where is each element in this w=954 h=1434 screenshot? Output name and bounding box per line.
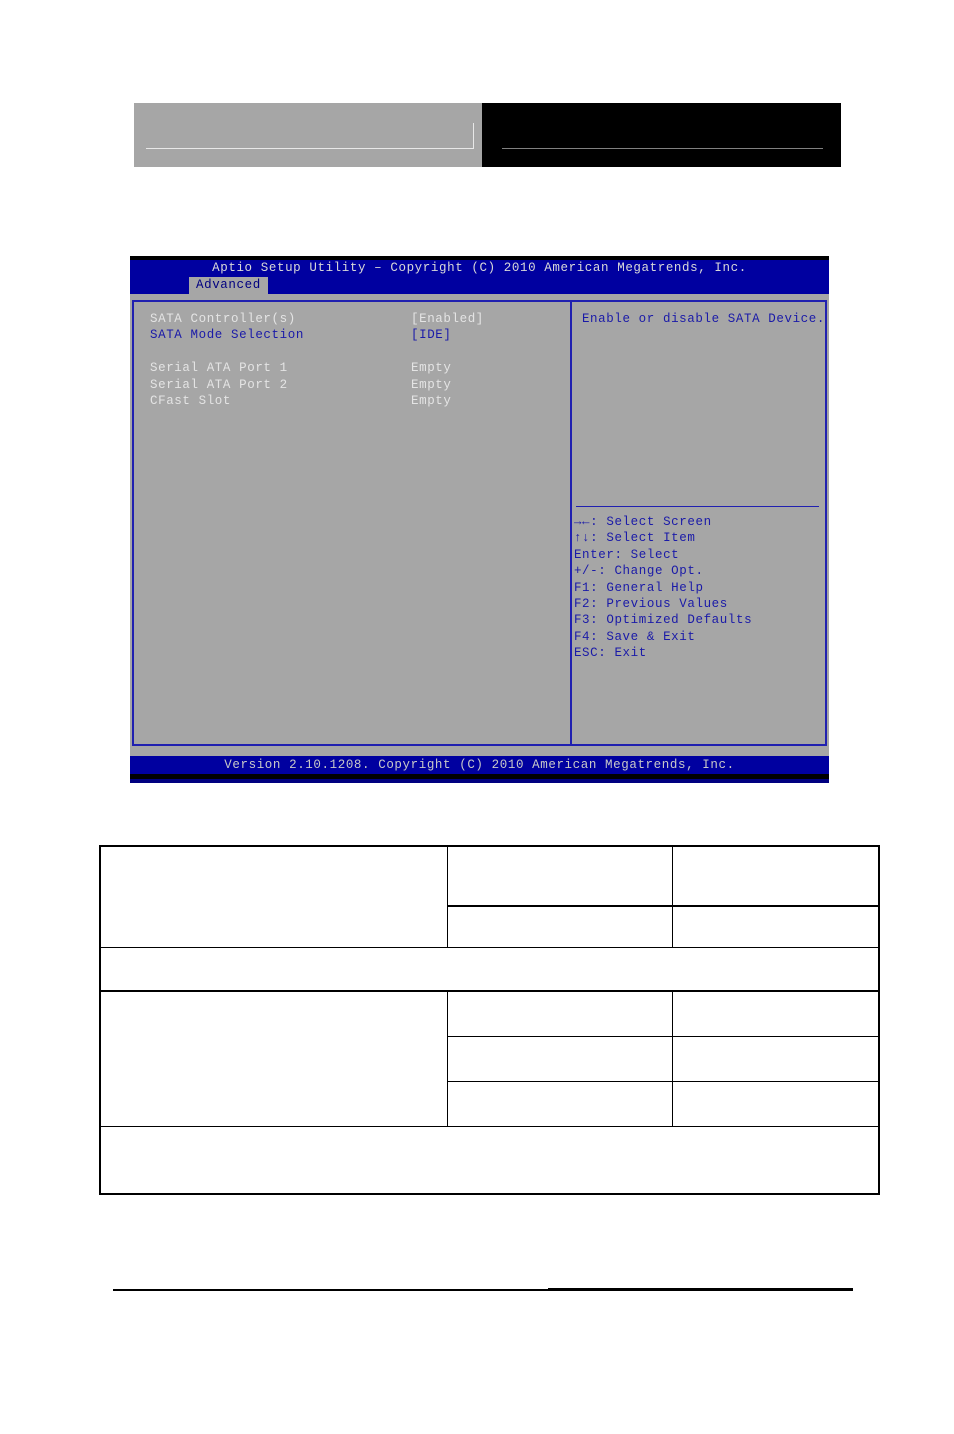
setting-value: Empty — [411, 361, 452, 376]
table-cell — [446, 990, 673, 1037]
setting-row-cfast-slot: CFast Slot Empty — [150, 393, 570, 409]
setting-value: Empty — [411, 377, 452, 392]
setting-row-spacer — [150, 344, 570, 360]
setting-value[interactable]: [Enabled] — [411, 311, 484, 327]
table-row — [99, 845, 880, 948]
nav-key-esc-exit: ESC: Exit — [573, 646, 647, 661]
bios-footer-strip — [130, 749, 829, 756]
bios-setup-screenshot: Aptio Setup Utility – Copyright (C) 2010… — [130, 256, 829, 783]
setting-row-serial-ata-port-1: Serial ATA Port 1 Empty — [150, 360, 570, 376]
bios-body: SATA Controller(s) [Enabled] SATA Mode S… — [130, 294, 829, 749]
table-cell — [446, 1081, 673, 1127]
bios-version-footer: Version 2.10.1208. Copyright (C) 2010 Am… — [130, 756, 829, 774]
nav-key-previous-values: F2: Previous Values — [573, 596, 728, 611]
navigation-key-legend: →←: Select Screen ↑↓: Select Item Enter:… — [574, 514, 752, 662]
nav-key-optimized-defaults: F3: Optimized Defaults — [573, 613, 753, 628]
tab-advanced[interactable]: Advanced — [189, 277, 268, 294]
setting-row-sata-mode-selection[interactable]: SATA Mode Selection [IDE] — [150, 327, 570, 343]
nav-key-enter-select: Enter: Select — [573, 547, 680, 562]
bios-help-panel: Enable or disable SATA Device. →←: Selec… — [572, 302, 825, 744]
header-title-block — [482, 103, 841, 167]
help-panel-divider — [575, 506, 819, 507]
setting-label: Serial ATA Port 2 — [150, 377, 288, 392]
setting-label: Serial ATA Port 1 — [150, 361, 288, 376]
table-cell — [671, 1036, 880, 1082]
header-logo-rule — [146, 148, 474, 149]
bios-settings-panel: SATA Controller(s) [Enabled] SATA Mode S… — [134, 302, 572, 744]
page-header — [134, 103, 841, 167]
bios-title-bar: Aptio Setup Utility – Copyright (C) 2010… — [130, 260, 829, 277]
setting-label: SATA Controller(s) — [150, 312, 296, 326]
table-row — [99, 947, 880, 992]
table-cell — [99, 947, 880, 992]
table-row — [99, 1126, 880, 1195]
table-row — [99, 990, 880, 1127]
page-bottom-rule — [113, 1288, 853, 1291]
page-bottom-rule-left — [113, 1289, 548, 1291]
table-cell — [99, 990, 448, 1127]
setting-value: Empty — [411, 393, 452, 408]
table-cell — [671, 845, 880, 907]
nav-key-change-opt: +/-: Change Opt. — [573, 564, 704, 579]
setting-row-sata-controllers[interactable]: SATA Controller(s) [Enabled] — [150, 311, 570, 327]
table-cell — [446, 905, 673, 948]
spec-table — [99, 845, 880, 1195]
table-cell — [446, 1036, 673, 1082]
table-cell — [671, 1081, 880, 1127]
header-title-rule — [502, 148, 823, 149]
table-cell — [671, 990, 880, 1037]
header-logo-rule-riser — [473, 123, 474, 149]
nav-key-save-and-exit: F4: Save & Exit — [573, 629, 696, 644]
table-cell — [99, 845, 448, 948]
setting-row-serial-ata-port-2: Serial ATA Port 2 Empty — [150, 377, 570, 393]
nav-key-general-help: F1: General Help — [573, 580, 704, 595]
setting-label: CFast Slot — [150, 393, 232, 408]
page-bottom-rule-right — [548, 1288, 853, 1291]
setting-label: SATA Mode Selection — [150, 328, 304, 343]
nav-key-select-screen: →←: Select Screen — [573, 515, 712, 529]
bios-bottom-bezel — [130, 774, 829, 779]
bios-panels: SATA Controller(s) [Enabled] SATA Mode S… — [132, 300, 827, 746]
table-cell — [446, 845, 673, 907]
table-cell — [671, 905, 880, 948]
help-description: Enable or disable SATA Device. — [581, 312, 825, 326]
bios-tab-row: Advanced — [130, 277, 829, 294]
nav-key-select-item: ↑↓: Select Item — [573, 531, 696, 546]
setting-value[interactable]: [IDE] — [411, 327, 452, 343]
table-cell — [99, 1126, 880, 1195]
header-logo-block — [134, 103, 482, 167]
